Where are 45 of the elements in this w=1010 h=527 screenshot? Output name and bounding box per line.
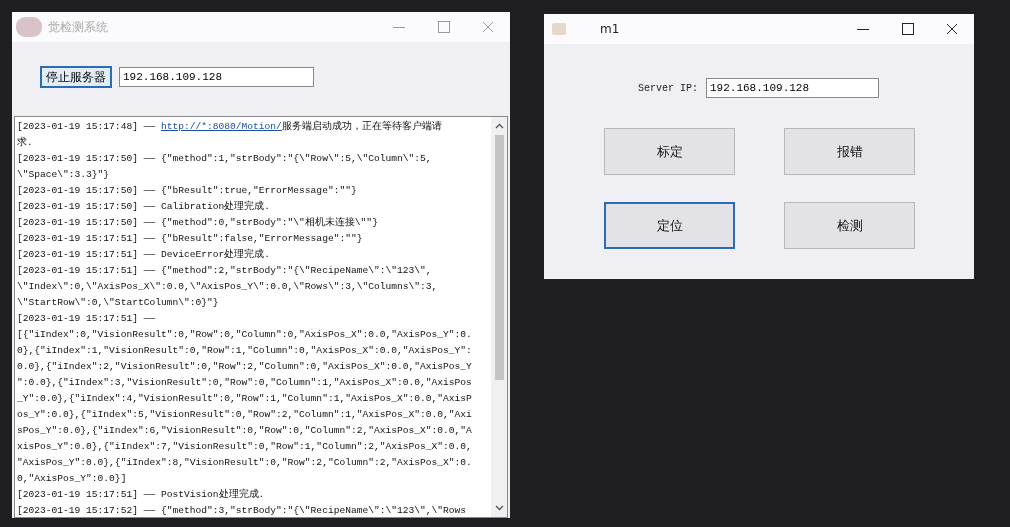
stop-server-button[interactable]: 停止服务器 [40,66,112,88]
log-line: 0},{"iIndex":1,"VisionResult":0,"Row":1,"Column":0,"AxisPos_X":0.0,"AxisPos_Y": [17,344,473,358]
log-textbox[interactable] [14,116,508,518]
log-line: os_Y":0.0},{"iIndex":5,"VisionResult":0,"Row":2,"Column":1,"AxisPos_X":0.0,"Axi [17,408,473,422]
log-line: [2023-01-19 15:17:50] —— {"bResult":true,"ErrorMessage":""} [17,184,358,198]
maximize-icon[interactable] [902,23,914,35]
log-line: _Y":0.0},{"iIndex":4,"VisionResult":0,"Row":1,"Column":1,"AxisPos_X":0.0,"AxisP [17,392,473,406]
log-line: sPos_Y":0.0},{"iIndex":6,"VisionResult":0,"Row":0,"Column":2,"AxisPos_X":0.0,"A [17,424,473,438]
log-line: [2023-01-19 15:17:50] —— {"method":0,"strBody":"\"相机未连接\""} [17,215,379,230]
app-icon [552,23,566,35]
log-line: [2023-01-19 15:17:50] —— {"method":1,"strBody":"{\"Row\":5,\"Column\":5, [17,152,433,166]
address-field[interactable]: 192.168.109.128 [119,67,314,87]
scroll-up-icon[interactable] [494,123,504,129]
log-line: [2023-01-19 15:17:50] —— Calibration处理完成. [17,199,272,214]
log-line: [2023-01-19 15:17:52] —— {"method":3,"strBody":"{\"RecipeName\":\"123\",\"Rows [17,504,468,517]
log-line: 0,"AxisPos_Y":0.0}] [17,472,128,486]
log-line: [2023-01-19 15:17:51] —— [17,312,157,326]
log-line: ":0.0},{"iIndex":3,"VisionResult":0,"Row":0,"Column":1,"AxisPos_X":0.0,"AxisPos [17,376,473,390]
close-icon[interactable] [946,23,958,35]
log-line: \"Index\":0,\"AxisPos_X\":0.0,\"AxisPos_Y\":0.0,\"Rows\":3,\"Columns\":3, [17,280,439,294]
log-line: [2023-01-19 15:17:48] —— http://*:8080/Motion/服务端启动成功，正在等待客户端请 [17,119,443,134]
server-ip-field[interactable]: 192.168.109.128 [706,78,879,98]
log-line: [{"iIndex":0,"VisionResult":0,"Row":0,"Column":0,"AxisPos_X":0.0,"AxisPos_Y":0. [17,328,473,342]
log-line: [2023-01-19 15:17:51] —— DeviceError处理完成. [17,247,272,262]
log-line: \"Space\":3.3}"} [17,168,111,182]
scroll-down-icon[interactable] [494,505,504,511]
url-link[interactable]: http://*:8080/Motion/ [160,121,282,132]
action-button[interactable]: 报错 [784,128,915,175]
log-line: 求. [17,136,34,150]
log-line: "AxisPos_Y":0.0},{"iIndex":8,"VisionResult":0,"Row":2,"Column":2,"AxisPos_X":0. [17,456,473,470]
log-line: [2023-01-19 15:17:51] —— {"method":2,"strBody":"{\"RecipeName\":\"123\", [17,264,433,278]
scrollbar-thumb[interactable] [494,135,504,380]
window-title: m1 [600,22,620,36]
server-ip-label: Server IP: [638,82,698,94]
log-line: [2023-01-19 15:17:51] —— PostVision处理完成. [17,487,266,502]
action-button[interactable]: 定位 [604,202,735,249]
log-line: xisPos_Y":0.0},{"iIndex":7,"VisionResult":0,"Row":1,"Column":2,"AxisPos_X":0.0, [17,440,473,454]
app-icon [16,17,42,37]
log-line: 0.0},{"iIndex":2,"VisionResult":0,"Row":2,"Column":0,"AxisPos_X":0.0,"AxisPos_Y [17,360,473,374]
log-line: \"StartRow\":0,\"StartColumn\":0}"} [17,296,220,310]
action-button[interactable]: 标定 [604,128,735,175]
window-title: 觉检测系统 [48,18,108,36]
log-line: [2023-01-19 15:17:51] —— {"bResult":false,"ErrorMessage":""} [17,232,364,246]
action-button[interactable]: 检测 [784,202,915,249]
scrollbar[interactable] [491,117,507,517]
